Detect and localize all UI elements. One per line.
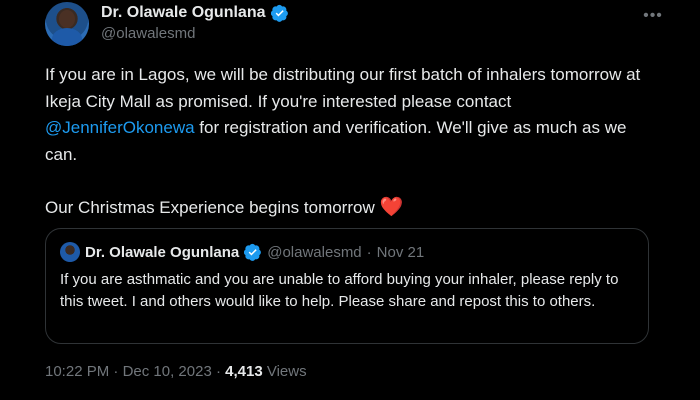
meta-separator: · — [113, 363, 119, 380]
author-display-name[interactable]: Dr. Olawale Ogunlana — [101, 4, 266, 22]
mention-link[interactable]: @JenniferOkonewa — [45, 118, 195, 137]
author-name-row[interactable]: Dr. Olawale Ogunlana — [101, 4, 289, 22]
quoted-author-avatar — [60, 242, 80, 262]
tweet-date: Dec 10, 2023 — [122, 363, 212, 380]
meta-separator-2: · — [215, 363, 221, 380]
author-handle[interactable]: @olawalesmd — [101, 25, 289, 42]
quoted-separator: · — [366, 243, 372, 261]
quoted-tweet-text: If you are asthmatic and you are unable … — [60, 271, 619, 310]
quoted-tweet-header: Dr. Olawale Ogunlana @olawalesmd · Nov 2… — [60, 242, 424, 262]
quoted-author-name: Dr. Olawale Ogunlana — [85, 243, 240, 261]
tweet-text-line2: Our Christmas Experience begins tomorrow — [45, 197, 380, 217]
verified-badge-icon — [270, 4, 288, 22]
views-label: Views — [266, 363, 307, 380]
quoted-date: Nov 21 — [376, 243, 425, 261]
tweet-meta: 10:22 PM · Dec 10, 2023 · 4,413 Views — [45, 363, 307, 380]
tweet-text-part1: If you are in Lagos, we will be distribu… — [45, 65, 641, 111]
quoted-tweet[interactable]: Dr. Olawale Ogunlana @olawalesmd · Nov 2… — [45, 228, 649, 344]
verified-badge-icon — [244, 243, 262, 261]
more-options-icon[interactable]: ••• — [641, 7, 665, 24]
tweet-paragraph-1: If you are in Lagos, we will be distribu… — [45, 62, 645, 168]
author-avatar[interactable] — [45, 2, 89, 46]
tweet-header: Dr. Olawale Ogunlana @olawalesmd ••• — [45, 2, 665, 48]
heart-icon: ❤️ — [379, 196, 404, 218]
tweet-time: 10:22 PM — [45, 363, 110, 380]
tweet-paragraph-2: Our Christmas Experience begins tomorrow… — [45, 195, 645, 222]
author-info: Dr. Olawale Ogunlana @olawalesmd — [101, 4, 289, 42]
quoted-author-handle: @olawalesmd — [267, 243, 362, 261]
tweet-timestamp-link[interactable]: 10:22 PM · Dec 10, 2023 — [45, 363, 212, 380]
views-count: 4,413 — [225, 363, 263, 380]
tweet-body: If you are in Lagos, we will be distribu… — [45, 62, 645, 221]
